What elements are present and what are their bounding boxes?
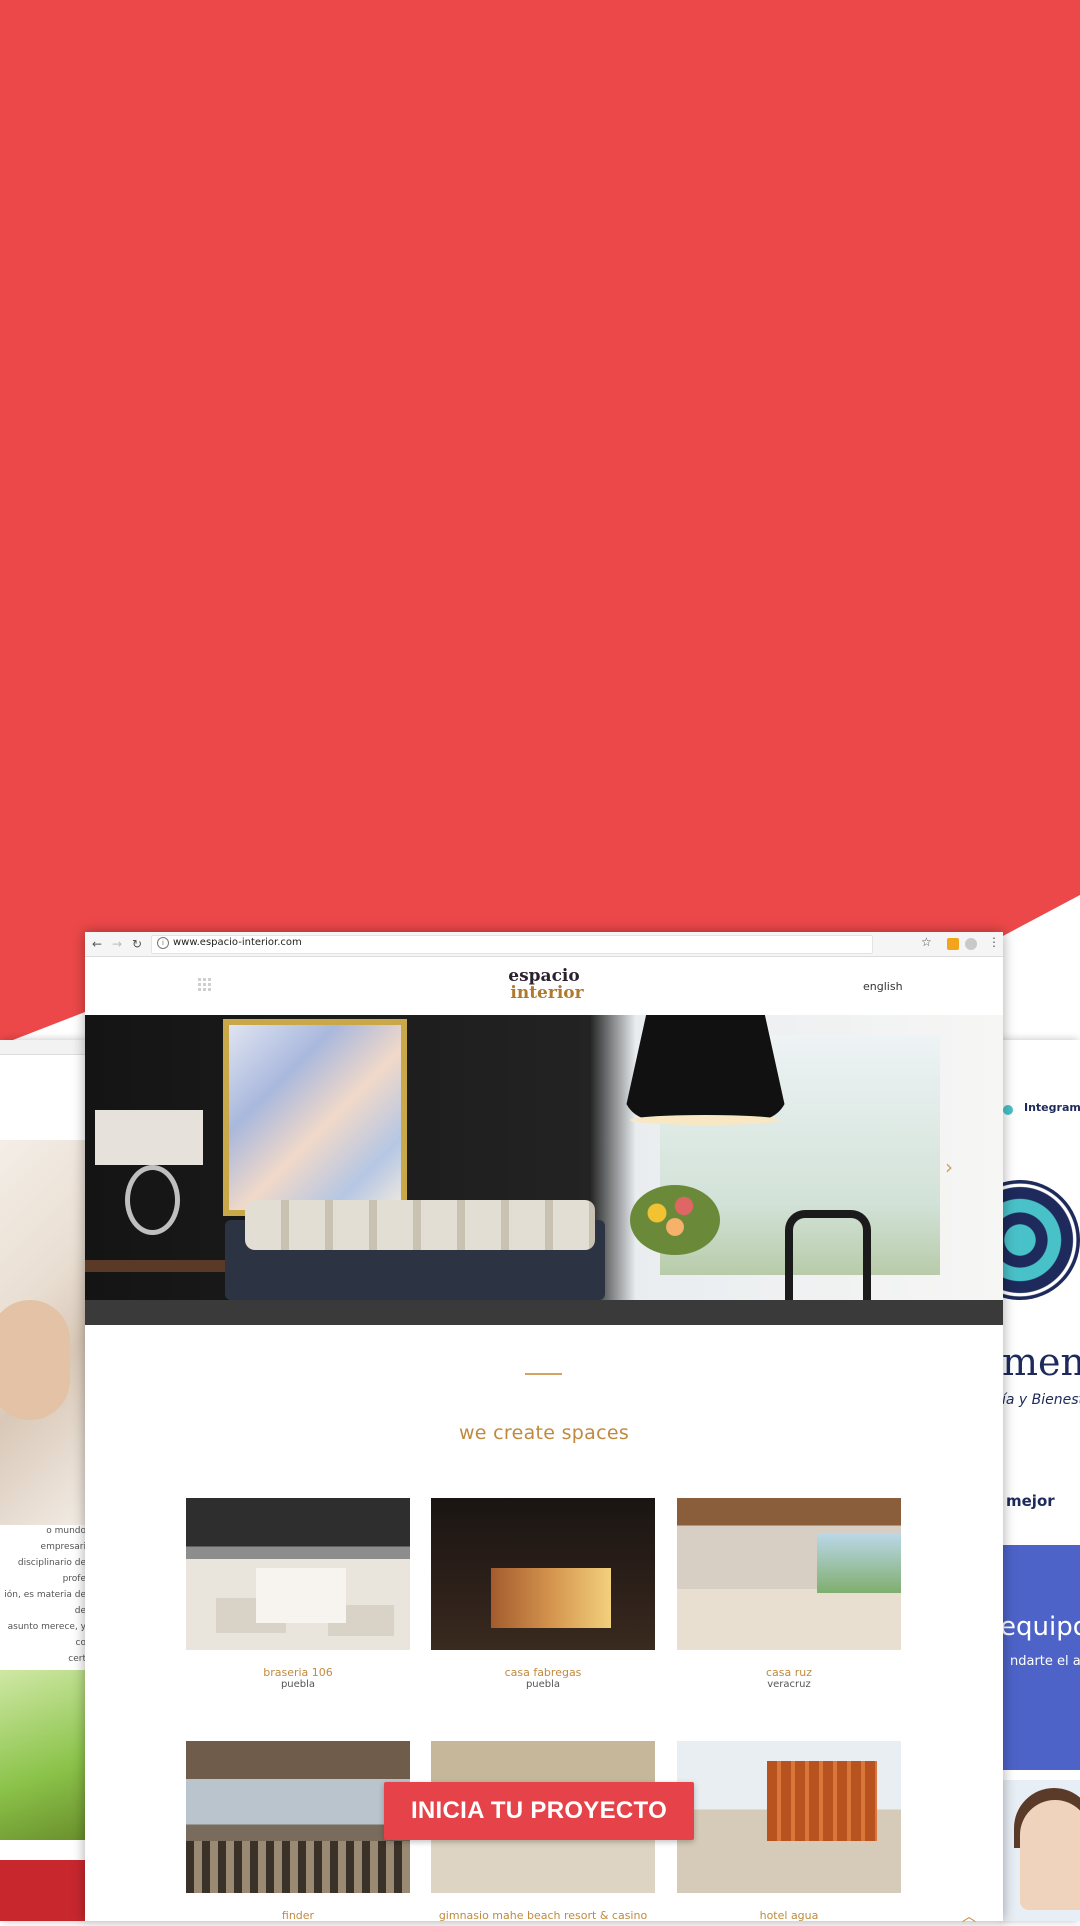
hero-chair	[785, 1210, 871, 1303]
side-left-toolbar	[0, 1040, 86, 1055]
hero-floor	[85, 1300, 1003, 1325]
hero-lamp-glow	[630, 1115, 780, 1125]
project-image[interactable]	[186, 1498, 410, 1650]
info-icon[interactable]: i	[157, 937, 169, 949]
side-left-red-bar	[0, 1860, 86, 1921]
side-right-equipo-text: equipo	[1000, 1612, 1080, 1642]
project-card[interactable]: braseria 106 puebla	[186, 1498, 410, 1691]
side-right-mejor-text: mejor	[1006, 1492, 1055, 1510]
profile-icon[interactable]	[965, 938, 977, 950]
project-card[interactable]: casa ruz veracruz	[677, 1498, 901, 1691]
project-name[interactable]: hotel agua	[677, 1910, 901, 1922]
side-screenshot-left: o mundo empresari disciplinario de profe…	[0, 1040, 86, 1921]
project-image[interactable]	[186, 1741, 410, 1893]
hero-lamp	[95, 1110, 203, 1165]
side-screenshot-right: Integramo ment ía y Bienesta mejor equip…	[1000, 1040, 1080, 1921]
project-city: puebla	[525, 1679, 561, 1690]
project-city: veracruz	[767, 1679, 811, 1690]
side-right-dot	[1003, 1105, 1013, 1115]
forward-icon[interactable]: →	[112, 935, 122, 953]
project-name[interactable]: casa fabregas	[431, 1667, 655, 1679]
side-right-nav-text: Integramo	[1024, 1101, 1080, 1114]
menu-icon[interactable]: ⋮	[988, 935, 1000, 949]
project-city: puebla	[280, 1679, 316, 1690]
side-right-sub-text: ía y Bienesta	[1002, 1392, 1080, 1408]
project-image[interactable]	[677, 1498, 901, 1650]
side-left-text: o mundo empresari disciplinario de profe…	[4, 1526, 86, 1664]
project-name[interactable]: gimnasio mahe beach resort & casino	[431, 1910, 655, 1922]
chevron-up-icon[interactable]: ︿	[962, 1906, 976, 1926]
section-tagline: we create spaces	[458, 1422, 630, 1444]
hero-slider: ›	[85, 1015, 1003, 1325]
side-right-andarte-text: ndarte el a	[1010, 1654, 1080, 1669]
project-name[interactable]: casa ruz	[677, 1667, 901, 1679]
project-name[interactable]: finder	[186, 1910, 410, 1922]
hero-painting	[223, 1019, 407, 1216]
browser-toolbar: ← → ↻ i www.espacio-interior.com ☆ ⋮	[85, 932, 1003, 957]
side-right-face	[1020, 1800, 1080, 1910]
section-divider	[525, 1373, 562, 1375]
mandala-logo-icon	[1000, 1180, 1080, 1300]
start-project-button[interactable]: INICIA TU PROYECTO	[384, 1782, 694, 1840]
hero-cushions	[245, 1200, 595, 1250]
main-browser-window: ← → ↻ i www.espacio-interior.com ☆ ⋮ esp…	[85, 932, 1003, 1921]
project-image[interactable]	[677, 1741, 901, 1893]
red-background-shape	[0, 0, 1080, 1045]
star-icon[interactable]: ☆	[921, 935, 932, 949]
language-link[interactable]: english	[863, 980, 903, 993]
chevron-right-icon[interactable]: ›	[945, 1155, 953, 1179]
project-image[interactable]	[431, 1498, 655, 1650]
reload-icon[interactable]: ↻	[132, 935, 142, 953]
url-text[interactable]: www.espacio-interior.com	[173, 937, 302, 949]
project-card[interactable]: casa fabregas puebla	[431, 1498, 655, 1691]
project-card[interactable]: hotel agua	[677, 1741, 901, 1921]
project-name[interactable]: braseria 106	[186, 1667, 410, 1679]
side-left-hand-image	[0, 1300, 70, 1420]
hero-flowers	[630, 1185, 720, 1255]
hero-lamp-base	[125, 1165, 180, 1235]
back-icon[interactable]: ←	[92, 935, 102, 953]
hero-pendant-lamp	[623, 1015, 788, 1120]
side-right-brand-text: ment	[1002, 1340, 1080, 1384]
project-card[interactable]: finder	[186, 1741, 410, 1921]
site-header: espacio interior english	[85, 957, 1003, 1015]
extension-icon[interactable]	[947, 938, 959, 950]
side-left-green-image	[0, 1670, 86, 1840]
